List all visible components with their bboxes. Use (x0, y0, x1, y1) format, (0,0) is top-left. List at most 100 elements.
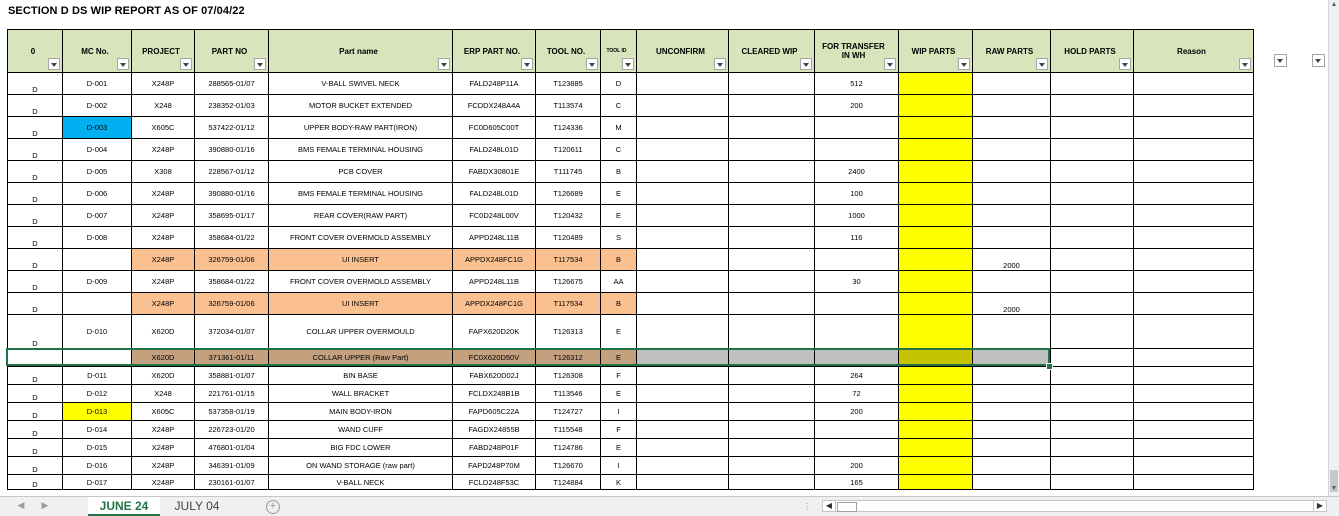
table-cell[interactable] (1050, 138, 1134, 161)
table-cell[interactable] (814, 438, 899, 457)
column-header[interactable]: RAW PARTS (972, 29, 1051, 73)
filter-dropdown-icon[interactable] (958, 58, 970, 70)
table-cell[interactable] (7, 348, 63, 367)
prev-sheet-icon[interactable]: ◀ (14, 500, 28, 511)
table-cell[interactable]: T120489 (535, 226, 601, 249)
table-cell[interactable]: T126312 (535, 348, 601, 367)
table-cell[interactable]: E (600, 314, 637, 349)
splitter-icon[interactable]: ⋮ (803, 502, 811, 511)
table-cell[interactable]: D-015 (62, 438, 132, 457)
table-cell[interactable] (814, 314, 899, 349)
table-cell[interactable] (972, 160, 1051, 183)
table-cell[interactable] (972, 366, 1051, 385)
table-cell[interactable]: T120611 (535, 138, 601, 161)
filter-dropdown-icon[interactable] (117, 58, 129, 70)
table-cell[interactable]: D (7, 474, 63, 490)
column-header[interactable]: ERP PART NO. (452, 29, 536, 73)
table-cell[interactable]: D-016 (62, 456, 132, 475)
table-cell[interactable]: E (600, 182, 637, 205)
column-header[interactable]: Reason (1133, 29, 1254, 73)
table-cell[interactable]: V-BALL SWIVEL NECK (268, 72, 453, 95)
table-cell[interactable] (1050, 226, 1134, 249)
table-cell[interactable]: D-006 (62, 182, 132, 205)
table-cell[interactable] (972, 72, 1051, 95)
table-cell[interactable]: REAR COVER(RAW PART) (268, 204, 453, 227)
table-cell[interactable]: T126308 (535, 366, 601, 385)
table-cell[interactable] (898, 292, 973, 315)
table-cell[interactable]: D (7, 138, 63, 161)
table-cell[interactable]: UPPER BODY-RAW PART(IRON) (268, 116, 453, 139)
table-cell[interactable] (898, 270, 973, 293)
table-cell[interactable] (898, 248, 973, 271)
filter-dropdown-icon[interactable] (438, 58, 450, 70)
table-cell[interactable] (1133, 438, 1254, 457)
table-cell[interactable]: D (7, 438, 63, 457)
horizontal-scrollbar[interactable]: ◀ ▶ (822, 500, 1327, 512)
table-cell[interactable]: D (7, 314, 63, 349)
table-cell[interactable]: T124786 (535, 438, 601, 457)
table-cell[interactable]: X248P (131, 138, 195, 161)
table-cell[interactable]: 2000 (972, 248, 1051, 271)
table-cell[interactable] (636, 474, 729, 490)
table-cell[interactable]: F (600, 366, 637, 385)
table-cell[interactable]: T123885 (535, 72, 601, 95)
table-cell[interactable]: FCLDX248B1B (452, 384, 536, 403)
table-cell[interactable]: E (600, 384, 637, 403)
table-cell[interactable]: 512 (814, 72, 899, 95)
table-cell[interactable] (728, 182, 815, 205)
table-cell[interactable]: COLLAR UPPER OVERMOULD (268, 314, 453, 349)
table-cell[interactable]: 72 (814, 384, 899, 403)
table-cell[interactable] (1050, 420, 1134, 439)
table-cell[interactable]: M (600, 116, 637, 139)
table-cell[interactable] (898, 116, 973, 139)
table-cell[interactable] (728, 384, 815, 403)
table-cell[interactable] (728, 72, 815, 95)
scroll-left-icon[interactable]: ◀ (823, 501, 836, 511)
table-cell[interactable]: FC0D248L00V (452, 204, 536, 227)
table-cell[interactable] (1050, 402, 1134, 421)
table-cell[interactable] (728, 204, 815, 227)
table-cell[interactable]: D (7, 182, 63, 205)
table-cell[interactable]: BIG FDC LOWER (268, 438, 453, 457)
table-cell[interactable]: T111745 (535, 160, 601, 183)
table-cell[interactable]: C (600, 94, 637, 117)
table-cell[interactable]: FAGDX24855B (452, 420, 536, 439)
table-cell[interactable]: D (7, 72, 63, 95)
table-cell[interactable] (1133, 138, 1254, 161)
column-header[interactable]: PART NO (194, 29, 269, 73)
table-cell[interactable]: 200 (814, 456, 899, 475)
table-cell[interactable] (898, 160, 973, 183)
filter-dropdown-icon[interactable] (1119, 58, 1131, 70)
table-cell[interactable]: AA (600, 270, 637, 293)
table-cell[interactable] (1133, 72, 1254, 95)
table-cell[interactable]: F (600, 420, 637, 439)
table-cell[interactable] (1050, 116, 1134, 139)
table-cell[interactable]: 537422-01/12 (194, 116, 269, 139)
table-cell[interactable] (972, 138, 1051, 161)
table-cell[interactable]: D (7, 94, 63, 117)
table-cell[interactable]: I (600, 456, 637, 475)
table-cell[interactable] (1050, 204, 1134, 227)
table-cell[interactable]: 346391-01/09 (194, 456, 269, 475)
scroll-up-icon[interactable]: ▲ (1330, 0, 1338, 10)
table-cell[interactable] (1050, 474, 1134, 490)
table-cell[interactable]: 1000 (814, 204, 899, 227)
table-cell[interactable]: D-017 (62, 474, 132, 490)
table-cell[interactable] (1133, 182, 1254, 205)
table-cell[interactable]: X248P (131, 248, 195, 271)
table-cell[interactable] (1133, 456, 1254, 475)
table-cell[interactable]: FCLD248F53C (452, 474, 536, 490)
table-cell[interactable]: T124884 (535, 474, 601, 490)
table-cell[interactable]: T120432 (535, 204, 601, 227)
table-cell[interactable]: APPDX248FC1G (452, 292, 536, 315)
table-cell[interactable]: E (600, 438, 637, 457)
table-cell[interactable]: X248P (131, 226, 195, 249)
table-cell[interactable]: WAND CUFF (268, 420, 453, 439)
table-cell[interactable] (1050, 160, 1134, 183)
table-cell[interactable]: FRONT COVER OVERMOLD ASSEMBLY (268, 226, 453, 249)
table-cell[interactable] (1133, 116, 1254, 139)
table-cell[interactable]: 228567-01/12 (194, 160, 269, 183)
table-cell[interactable] (1133, 420, 1254, 439)
table-cell[interactable]: 238352-01/03 (194, 94, 269, 117)
table-cell[interactable] (898, 314, 973, 349)
